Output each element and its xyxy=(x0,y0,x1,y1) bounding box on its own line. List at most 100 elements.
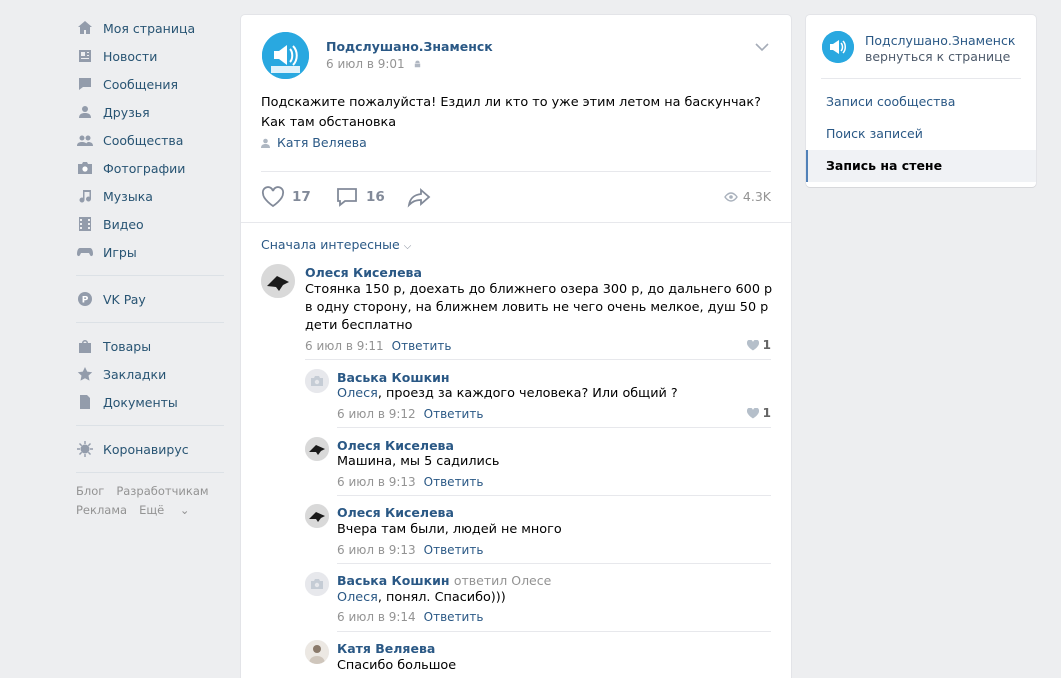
divider xyxy=(305,359,771,360)
side-group-name[interactable]: Подслушано.Знаменск xyxy=(865,33,1015,48)
reply-to-link[interactable]: Олеся xyxy=(337,590,378,605)
divider xyxy=(337,563,771,564)
comment-date[interactable]: 6 июл в 9:13 xyxy=(337,543,416,557)
footer-dev-link[interactable]: Разработчикам xyxy=(116,484,208,498)
commenter-avatar[interactable] xyxy=(305,369,329,393)
nav-item-label: Новости xyxy=(103,48,158,64)
right-panel: Подслушано.Знаменск вернуться к странице… xyxy=(806,15,1036,187)
wall-post: Подслушано.Знаменск 6 июл в 9:01 Подскаж… xyxy=(241,15,791,678)
post-date[interactable]: 6 июл в 9:01 xyxy=(326,57,422,72)
nav-item-games[interactable]: Игры xyxy=(76,238,224,266)
nav-item-bookmarks[interactable]: Закладки xyxy=(76,360,224,388)
comment-meta: 6 июл в 9:13 Ответить xyxy=(337,543,483,557)
comment-author[interactable]: Олеся Киселева xyxy=(305,265,422,280)
commenter-avatar[interactable] xyxy=(305,437,329,461)
footer-blog-link[interactable]: Блог xyxy=(76,484,104,498)
nav-item-label: Музыка xyxy=(103,188,153,204)
comments-sort-dropdown[interactable]: Сначала интересные ⌵ xyxy=(261,237,411,252)
comment-author[interactable]: Катя Веляева xyxy=(337,641,435,656)
post-signer[interactable]: Катя Веляева xyxy=(261,135,367,150)
group-avatar-small[interactable] xyxy=(822,31,854,63)
comment-date[interactable]: 6 июл в 9:14 xyxy=(337,610,416,624)
nav-item-label: Сообщества xyxy=(103,132,184,148)
back-to-page-link[interactable]: вернуться к странице xyxy=(865,49,1010,64)
music-icon xyxy=(76,188,93,205)
divider xyxy=(337,495,771,496)
footer-ads-link[interactable]: Реклама xyxy=(76,503,127,517)
footer-more-link[interactable]: Ещё ⌄ xyxy=(139,503,201,517)
signer-name: Катя Веляева xyxy=(277,135,367,150)
nav-footer: Блог Разработчикам Реклама Ещё ⌄ xyxy=(76,482,224,520)
post-menu-chevron-icon[interactable] xyxy=(755,41,769,52)
nav-item-documents[interactable]: Документы xyxy=(76,388,224,416)
nav-item-music[interactable]: Музыка xyxy=(76,182,224,210)
group-avatar[interactable] xyxy=(262,32,309,79)
eye-icon xyxy=(724,191,738,202)
chevron-down-icon: ⌵ xyxy=(403,241,412,252)
comment-date[interactable]: 6 июл в 9:11 xyxy=(305,339,384,353)
side-link-wall-post[interactable]: Запись на стене xyxy=(806,150,1036,182)
commenter-avatar[interactable] xyxy=(305,504,329,528)
reply-button[interactable]: Ответить xyxy=(392,339,452,353)
side-link-community-posts[interactable]: Записи сообщества xyxy=(806,86,1036,118)
nav-item-my-page[interactable]: Моя страница xyxy=(76,14,224,42)
games-icon xyxy=(76,244,93,261)
comment-button[interactable]: 16 xyxy=(335,186,385,208)
comment-text: Вчера там были, людей не много xyxy=(337,522,562,537)
heart-icon xyxy=(746,407,759,418)
heart-icon xyxy=(746,339,759,350)
megaphone-icon xyxy=(262,32,309,79)
nav-item-label: Фотографии xyxy=(103,160,186,176)
nav-item-photos[interactable]: Фотографии xyxy=(76,154,224,182)
svg-text:P: P xyxy=(81,296,88,306)
comment-date[interactable]: 6 июл в 9:13 xyxy=(337,475,416,489)
comment-like-button[interactable]: 1 xyxy=(746,406,771,420)
nav-item-label: Друзья xyxy=(103,104,150,120)
comment-author[interactable]: Олеся Киселева xyxy=(337,505,454,520)
nav-item-coronavirus[interactable]: Коронавирус xyxy=(76,435,224,463)
replied-to[interactable]: ответил Олесе xyxy=(454,573,551,588)
document-icon xyxy=(76,394,93,411)
camera-icon xyxy=(76,160,93,177)
nav-divider xyxy=(76,275,224,276)
nav-item-goods[interactable]: Товары xyxy=(76,332,224,360)
comment-author[interactable]: Олеся Киселева xyxy=(337,438,454,453)
group-name-link[interactable]: Подслушано.Знаменск xyxy=(326,39,493,54)
comment-like-button[interactable]: 1 xyxy=(746,338,771,352)
comment-text: Олеся, понял. Спасибо))) xyxy=(337,590,506,605)
nav-item-label: Документы xyxy=(103,394,178,410)
nav-item-label: Товары xyxy=(103,338,152,354)
share-button[interactable] xyxy=(407,186,438,208)
commenter-avatar[interactable] xyxy=(305,572,329,596)
reply-to-link[interactable]: Олеся xyxy=(337,386,378,401)
nav-item-messages[interactable]: Сообщения xyxy=(76,70,224,98)
groups-icon xyxy=(76,132,93,149)
nav-item-friends[interactable]: Друзья xyxy=(76,98,224,126)
reply-button[interactable]: Ответить xyxy=(424,543,484,557)
megaphone-icon xyxy=(822,31,854,63)
commenter-avatar[interactable] xyxy=(261,264,295,298)
left-nav: Моя страница Новости Сообщения Друзья Со… xyxy=(76,14,224,520)
like-count: 17 xyxy=(292,189,311,205)
nav-item-news[interactable]: Новости xyxy=(76,42,224,70)
commenter-avatar[interactable] xyxy=(305,640,329,664)
divider xyxy=(821,78,1021,79)
comment-text: Машина, мы 5 садились xyxy=(337,454,500,469)
nav-item-video[interactable]: Видео xyxy=(76,210,224,238)
comment-date[interactable]: 6 июл в 9:12 xyxy=(337,407,416,421)
comment-text: Олеся, проезд за каждого человека? Или о… xyxy=(337,386,678,401)
person-icon xyxy=(261,138,270,148)
reply-button[interactable]: Ответить xyxy=(424,407,484,421)
reply-button[interactable]: Ответить xyxy=(424,475,484,489)
nav-item-groups[interactable]: Сообщества xyxy=(76,126,224,154)
comment-author[interactable]: Васька Кошкин xyxy=(337,573,450,588)
comment-text: Стоянка 150 р, доехать до ближнего озера… xyxy=(305,282,773,333)
reply-button[interactable]: Ответить xyxy=(424,610,484,624)
nav-item-vkpay[interactable]: P VK Pay xyxy=(76,285,224,313)
side-link-search-posts[interactable]: Поиск записей xyxy=(806,118,1036,150)
comment-author[interactable]: Васька Кошкин xyxy=(337,370,450,385)
nav-divider xyxy=(76,425,224,426)
like-button[interactable]: 17 xyxy=(261,186,311,208)
divider xyxy=(261,171,771,172)
nav-item-label: Игры xyxy=(103,244,137,260)
